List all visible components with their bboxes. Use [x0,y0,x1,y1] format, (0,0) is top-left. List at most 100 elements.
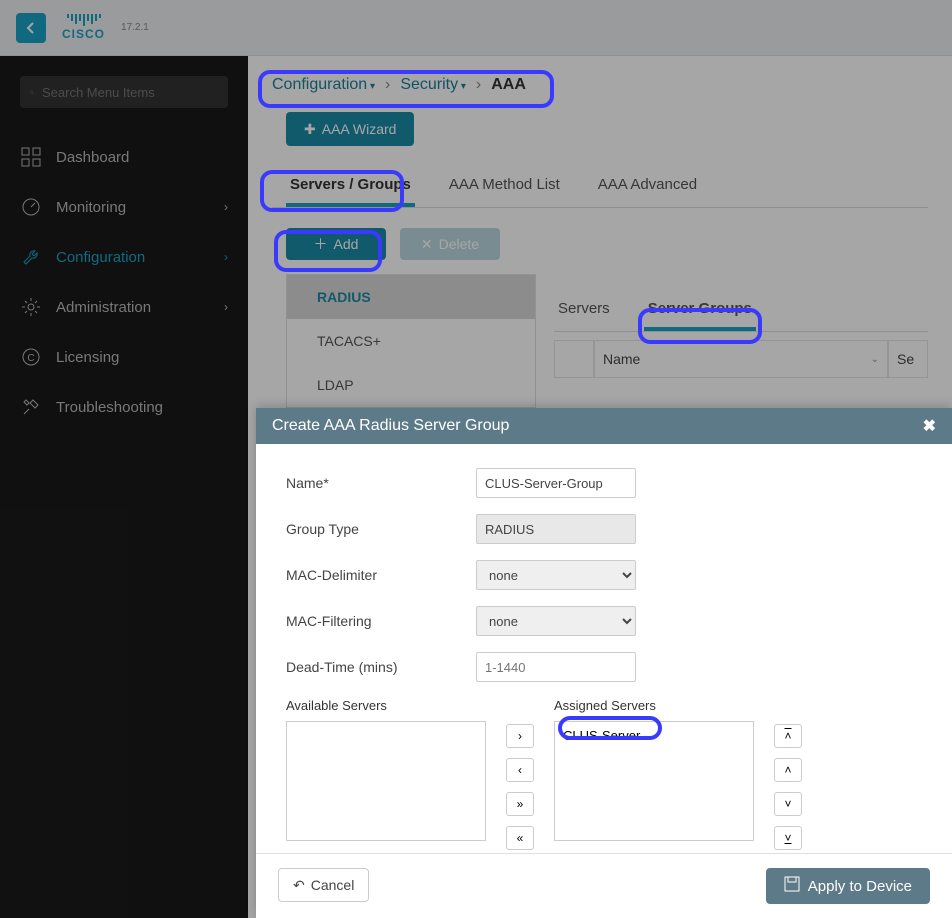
sub-nav-tacacs[interactable]: TACACS+ [287,319,535,363]
sidebar-item-troubleshooting[interactable]: Troubleshooting [0,382,248,432]
tab-aaa-advanced[interactable]: AAA Advanced [594,166,701,207]
main-tabs: Servers / Groups AAA Method List AAA Adv… [272,166,928,208]
move-top-button[interactable]: ˄ [774,724,802,748]
back-button[interactable] [16,13,46,43]
right-pane: Servers Server Groups Name ⌄ Se [536,274,928,408]
version-text: 17.2.1 [121,22,149,33]
breadcrumb-separator-icon: › [385,76,390,94]
group-type-label: Group Type [286,521,476,537]
column-second[interactable]: Se [888,340,928,378]
tab-servers-groups[interactable]: Servers / Groups [286,166,415,207]
chevron-right-icon: › [224,300,228,314]
gauge-icon [20,197,42,217]
sidebar-item-label: Dashboard [56,149,129,166]
dual-list: Available Servers › ‹ » « Assigned Serve… [286,698,922,850]
plus-icon: ✚ [304,121,316,138]
dashboard-icon [20,147,42,167]
column-name-label: Name [603,351,640,367]
sub-nav: RADIUS TACACS+ LDAP [286,274,536,408]
search-input[interactable] [42,85,218,100]
sidebar: Dashboard Monitoring › Configuration › A… [0,56,248,918]
delete-button[interactable]: ✕ Delete [400,228,500,260]
assigned-servers-list[interactable]: CLUS-Server [554,721,754,841]
save-icon [784,876,800,896]
sidebar-item-label: Monitoring [56,199,126,216]
move-up-button[interactable]: ˄ [774,758,802,782]
chevron-down-icon: ▾ [367,81,375,92]
arrow-left-icon [24,21,38,35]
undo-icon: ↶ [293,877,305,894]
add-button-label: Add [334,236,359,252]
chevron-right-icon: › [224,250,228,264]
close-icon: ✕ [421,236,433,253]
group-type-field: RADIUS [476,514,636,544]
name-field[interactable] [476,468,636,498]
tools-icon [20,397,42,417]
create-server-group-modal: Create AAA Radius Server Group ✖ Name* G… [256,408,952,918]
apply-button-label: Apply to Device [808,878,912,895]
delete-button-label: Delete [439,236,479,252]
breadcrumb: Configuration ▾ › Security ▾ › AAA [272,76,928,94]
sidebar-item-label: Licensing [56,349,119,366]
inner-tab-server-groups[interactable]: Server Groups [644,290,756,331]
modal-footer: ↶ Cancel Apply to Device [256,853,952,918]
top-bar: CISCO Cisco Catalyst 9800-L Wireless Con… [0,0,952,56]
tab-aaa-method-list[interactable]: AAA Method List [445,166,564,207]
apply-button[interactable]: Apply to Device [766,868,930,904]
modal-header: Create AAA Radius Server Group ✖ [256,408,952,444]
chevron-down-icon: ▾ [458,81,466,92]
wizard-button-label: AAA Wizard [322,121,397,137]
column-name[interactable]: Name ⌄ [594,340,888,378]
close-icon[interactable]: ✖ [923,416,936,436]
add-button[interactable]: ＋ Add [286,228,386,260]
sidebar-item-licensing[interactable]: C Licensing [0,332,248,382]
move-all-right-button[interactable]: » [506,792,534,816]
sub-nav-ldap[interactable]: LDAP [287,363,535,407]
mac-delimiter-label: MAC-Delimiter [286,567,476,583]
inner-tabs: Servers Server Groups [554,274,928,332]
search-input-wrap[interactable] [20,76,228,108]
move-down-button[interactable]: ˅ [774,792,802,816]
cancel-button-label: Cancel [311,877,355,893]
mac-delimiter-select[interactable]: none [476,560,636,590]
name-label: Name* [286,475,476,491]
mac-filtering-select[interactable]: none [476,606,636,636]
checkbox-column[interactable] [554,340,594,378]
svg-text:C: C [27,353,34,364]
cancel-button[interactable]: ↶ Cancel [278,868,369,902]
wrench-icon [20,247,42,267]
grid-header: Name ⌄ Se [554,340,928,378]
available-servers-list[interactable] [286,721,486,841]
sub-nav-radius[interactable]: RADIUS [287,275,535,319]
breadcrumb-configuration[interactable]: Configuration ▾ [272,76,375,94]
breadcrumb-security[interactable]: Security ▾ [400,76,466,94]
sidebar-item-administration[interactable]: Administration › [0,282,248,332]
available-servers-label: Available Servers [286,698,486,713]
breadcrumb-current: AAA [491,76,526,94]
mac-filtering-label: MAC-Filtering [286,613,476,629]
sidebar-item-label: Configuration [56,249,145,266]
search-icon [30,86,34,99]
sub-layout: RADIUS TACACS+ LDAP Servers Server Group… [286,274,928,408]
sidebar-item-monitoring[interactable]: Monitoring › [0,182,248,232]
modal-body: Name* Group Type RADIUS MAC-Delimiter no… [256,444,952,853]
sidebar-item-label: Troubleshooting [56,399,163,416]
dead-time-field[interactable] [476,652,636,682]
move-left-button[interactable]: ‹ [506,758,534,782]
sidebar-item-dashboard[interactable]: Dashboard [0,132,248,182]
move-right-button[interactable]: › [506,724,534,748]
sidebar-item-label: Administration [56,299,151,316]
modal-title: Create AAA Radius Server Group [272,417,509,435]
inner-tab-servers[interactable]: Servers [554,290,614,331]
license-icon: C [20,347,42,367]
logo-text: CISCO [62,27,105,41]
gear-icon [20,297,42,317]
plus-icon: ＋ [314,234,328,254]
list-item[interactable]: CLUS-Server [559,726,749,745]
move-bottom-button[interactable]: ˅ [774,826,802,850]
sidebar-item-configuration[interactable]: Configuration › [0,232,248,282]
aaa-wizard-button[interactable]: ✚ AAA Wizard [286,112,414,146]
move-all-left-button[interactable]: « [506,826,534,850]
title-block: Cisco Catalyst 9800-L Wireless Controlle… [121,22,149,33]
action-row: ＋ Add ✕ Delete [286,228,928,260]
